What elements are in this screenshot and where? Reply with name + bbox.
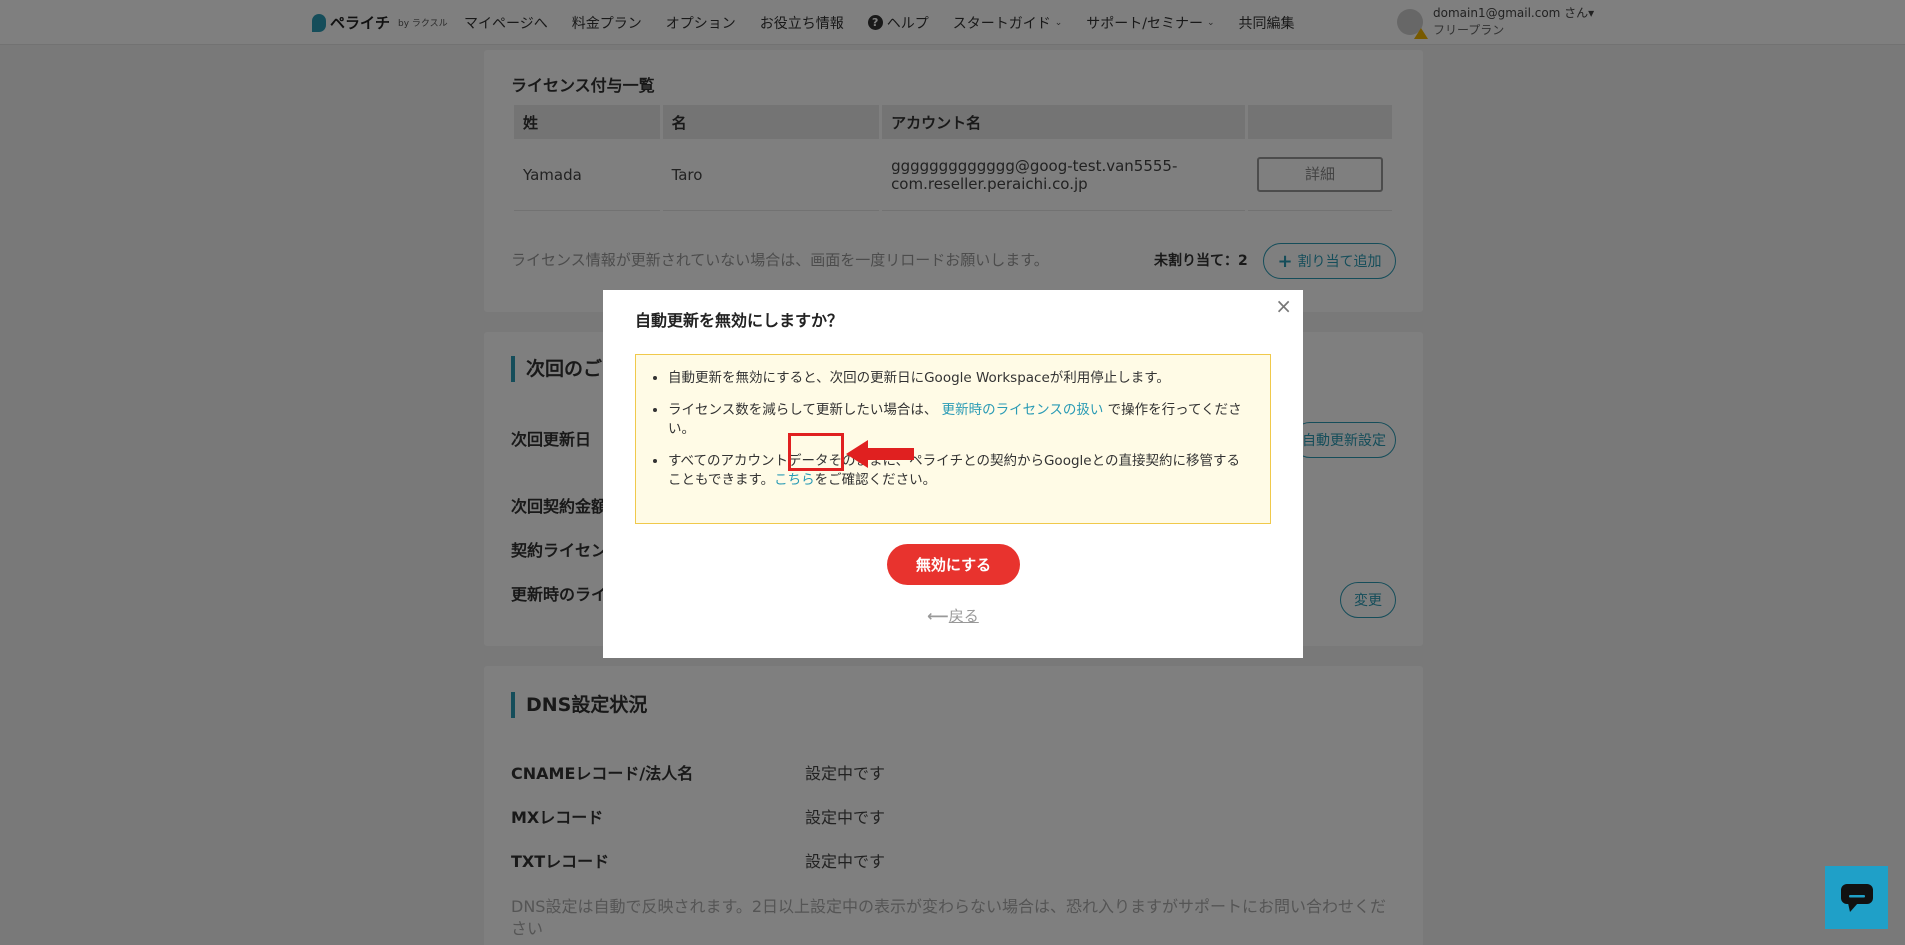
close-icon[interactable]: × (1275, 296, 1292, 316)
disable-button[interactable]: 無効にする (887, 544, 1020, 585)
highlight-box (788, 433, 844, 471)
chat-widget-button[interactable] (1825, 866, 1888, 929)
transfer-here-link[interactable]: こちら (774, 472, 815, 488)
arrow-left-icon: ⟵ (927, 607, 949, 625)
license-handling-link[interactable]: 更新時のライセンスの扱い (942, 402, 1104, 418)
disable-auto-renew-dialog: × 自動更新を無効にしますか？ 自動更新を無効にすると、次回の更新日にGoogl… (603, 290, 1303, 658)
red-arrow-icon (846, 440, 914, 468)
notice-item: 自動更新を無効にすると、次回の更新日にGoogle Workspaceが利用停止… (668, 369, 1250, 388)
notice-item: ライセンス数を減らして更新したい場合は、 更新時のライセンスの扱い で操作を行っ… (668, 401, 1250, 439)
notice-item: すべてのアカウントデータそのままに、ペライチとの契約からGoogleとの直接契約… (668, 452, 1250, 490)
back-link[interactable]: ⟵戻る (603, 605, 1303, 626)
warning-notice: 自動更新を無効にすると、次回の更新日にGoogle Workspaceが利用停止… (635, 354, 1271, 524)
chat-bubble-icon (1840, 883, 1873, 912)
dialog-title: 自動更新を無効にしますか？ (635, 311, 844, 330)
